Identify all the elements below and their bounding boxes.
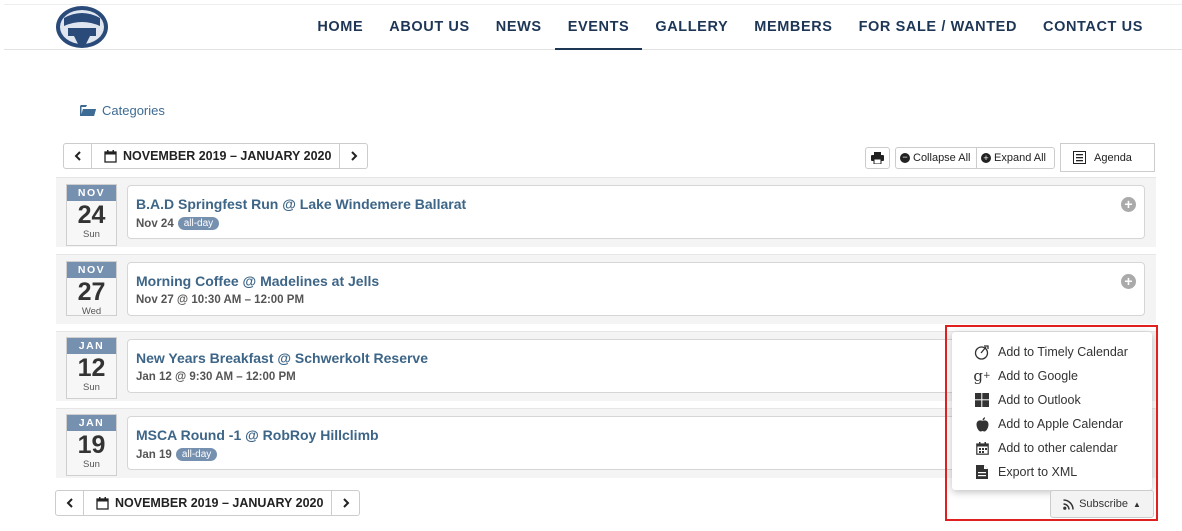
prev-range-button[interactable]	[56, 491, 84, 515]
event-time: Nov 24 all-day	[136, 217, 1144, 230]
nav-members[interactable]: MEMBERS	[741, 4, 845, 50]
print-button[interactable]	[865, 147, 890, 169]
date-day: 27	[77, 278, 106, 306]
next-range-button[interactable]	[339, 144, 367, 168]
nav-about-us[interactable]: ABOUT US	[376, 4, 483, 50]
nav-news[interactable]: NEWS	[483, 4, 555, 50]
date-month: JAN	[67, 415, 116, 431]
expand-all-label: Expand All	[994, 152, 1046, 164]
site-logo[interactable]	[54, 4, 110, 50]
date-box[interactable]: NOV 24 Sun	[66, 184, 117, 246]
nav-events[interactable]: EVENTS	[554, 4, 643, 50]
event-time-text: Jan 12 @ 9:30 AM – 12:00 PM	[136, 371, 296, 383]
date-month: JAN	[67, 338, 116, 354]
date-range-picker[interactable]: NOVEMBER 2019 – JANUARY 2020	[84, 491, 331, 515]
expand-event-icon[interactable]: +	[1121, 274, 1136, 289]
nav-for-sale-wanted[interactable]: FOR SALE / WANTED	[846, 4, 1030, 50]
event-title[interactable]: Morning Coffee @ Madelines at Jells	[136, 273, 1144, 290]
event-time-text: Jan 19	[136, 448, 172, 461]
event-title[interactable]: B.A.D Springfest Run @ Lake Windemere Ba…	[136, 196, 1144, 213]
nav-home[interactable]: HOME	[304, 4, 376, 50]
list-icon	[1073, 151, 1086, 164]
agenda-view-button[interactable]: Agenda	[1060, 143, 1155, 172]
next-range-button[interactable]	[331, 491, 359, 515]
chevron-left-icon	[66, 498, 73, 508]
date-month: NOV	[67, 262, 116, 278]
expand-all-button[interactable]: + Expand All	[976, 147, 1055, 169]
date-day: 24	[77, 201, 106, 229]
date-weekday: Sun	[83, 459, 100, 470]
calendar-icon	[104, 149, 117, 163]
chevron-left-icon	[74, 151, 81, 161]
date-month: NOV	[67, 185, 116, 201]
date-weekday: Sun	[83, 382, 100, 393]
nav-gallery[interactable]: GALLERY	[642, 4, 741, 50]
all-day-badge: all-day	[175, 448, 218, 461]
all-day-badge: all-day	[177, 217, 220, 230]
highlight-box	[945, 325, 1158, 521]
chevron-right-icon	[343, 498, 350, 508]
folder-icon	[80, 105, 96, 116]
collapse-all-button[interactable]: − Collapse All	[895, 147, 977, 169]
date-weekday: Wed	[81, 306, 102, 316]
date-day: 12	[77, 354, 106, 382]
date-box[interactable]: JAN 12 Sun	[66, 337, 117, 399]
date-range-label: NOVEMBER 2019 – JANUARY 2020	[123, 149, 332, 163]
date-box[interactable]: JAN 19 Sun	[66, 414, 117, 476]
agenda-label: Agenda	[1094, 151, 1132, 164]
categories-link[interactable]: Categories	[80, 103, 165, 118]
chevron-right-icon	[351, 151, 358, 161]
nav-contact-us[interactable]: CONTACT US	[1030, 4, 1156, 50]
expand-event-icon[interactable]: +	[1121, 197, 1136, 212]
calendar-icon	[96, 496, 109, 510]
print-icon	[871, 152, 884, 164]
prev-range-button[interactable]	[64, 144, 92, 168]
event-time: Nov 27 @ 10:30 AM – 12:00 PM	[136, 294, 1144, 306]
collapse-all-label: Collapse All	[913, 152, 971, 164]
date-range-picker[interactable]: NOVEMBER 2019 – JANUARY 2020	[92, 144, 339, 168]
minus-circle-icon: −	[900, 153, 910, 163]
event-card[interactable]: B.A.D Springfest Run @ Lake Windemere Ba…	[127, 185, 1145, 239]
main-nav: HOME ABOUT US NEWS EVENTS GALLERY MEMBER…	[304, 4, 1156, 50]
date-box[interactable]: NOV 27 Wed	[66, 261, 117, 316]
date-range-label: NOVEMBER 2019 – JANUARY 2020	[115, 496, 324, 510]
date-range-nav-bottom: NOVEMBER 2019 – JANUARY 2020	[55, 490, 361, 516]
date-range-nav-top: NOVEMBER 2019 – JANUARY 2020	[63, 143, 369, 169]
event-time-text: Nov 27 @ 10:30 AM – 12:00 PM	[136, 294, 305, 306]
plus-circle-icon: +	[981, 153, 991, 163]
date-day: 19	[77, 431, 106, 459]
event-time-text: Nov 24	[136, 217, 174, 230]
event-card[interactable]: Morning Coffee @ Madelines at Jells Nov …	[127, 262, 1145, 316]
date-weekday: Sun	[83, 229, 100, 240]
categories-label: Categories	[102, 103, 165, 118]
